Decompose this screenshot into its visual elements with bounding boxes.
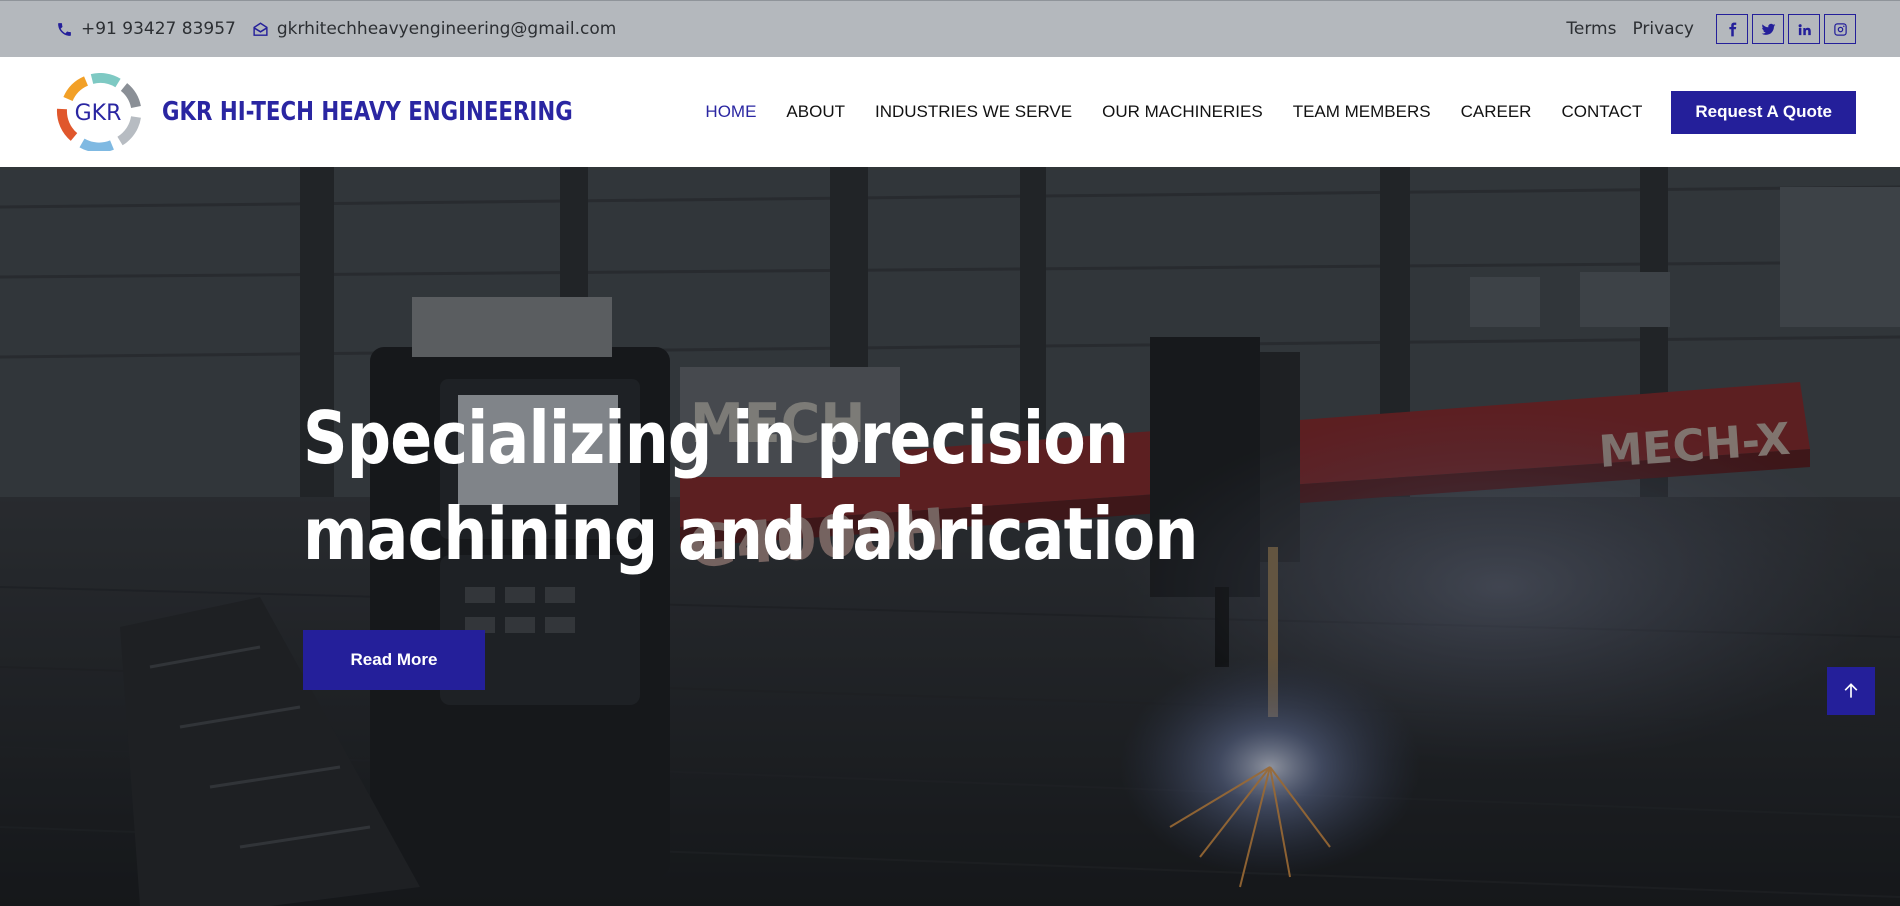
nav-item-career[interactable]: CAREER (1461, 102, 1532, 122)
arrow-up-icon (1844, 683, 1858, 698)
request-quote-button[interactable]: Request A Quote (1671, 90, 1856, 134)
social-links (1712, 14, 1856, 44)
nav-menu: HOME ABOUT INDUSTRIES WE SERVE OUR MACHI… (705, 102, 1642, 122)
twitter-icon (1761, 23, 1775, 35)
company-name: GKR HI-TECH HEAVY ENGINEERING (162, 97, 573, 127)
nav-item-about[interactable]: ABOUT (786, 102, 845, 122)
facebook-button[interactable] (1716, 14, 1748, 44)
privacy-link[interactable]: Privacy (1632, 19, 1694, 39)
back-to-top-button[interactable] (1827, 667, 1875, 715)
hero-title: Specializing in precision machining and … (303, 390, 1198, 582)
nav-item-contact[interactable]: CONTACT (1561, 102, 1642, 122)
terms-link[interactable]: Terms (1566, 19, 1616, 39)
brand[interactable]: GKR GKR HI-TECH HEAVY ENGINEERING (52, 73, 663, 151)
envelope-open-icon (253, 21, 268, 36)
facebook-icon (1728, 22, 1736, 36)
nav-right: HOME ABOUT INDUSTRIES WE SERVE OUR MACHI… (705, 90, 1856, 134)
hero-title-line-1: Specializing in precision (303, 396, 1129, 480)
linkedin-button[interactable] (1788, 14, 1820, 44)
hero-content: Specializing in precision machining and … (303, 390, 1343, 582)
linkedin-icon (1798, 23, 1811, 35)
contact-info: +91 93427 83957 gkrhitechheavyengineerin… (56, 19, 616, 39)
twitter-button[interactable] (1752, 14, 1784, 44)
phone-contact[interactable]: +91 93427 83957 (56, 19, 236, 39)
email-contact[interactable]: gkrhitechheavyengineering@gmail.com (252, 19, 617, 39)
hero-title-line-2: machining and fabrication (303, 492, 1198, 576)
read-more-button[interactable]: Read More (303, 630, 485, 690)
main-navbar: GKR GKR HI-TECH HEAVY ENGINEERING HOME A… (0, 57, 1900, 167)
top-info-bar: +91 93427 83957 gkrhitechheavyengineerin… (0, 0, 1900, 57)
email-address: gkrhitechheavyengineering@gmail.com (276, 19, 617, 39)
nav-item-home[interactable]: HOME (705, 102, 756, 122)
nav-item-team[interactable]: TEAM MEMBERS (1293, 102, 1431, 122)
nav-item-machineries[interactable]: OUR MACHINERIES (1102, 102, 1263, 122)
topbar-right: Terms Privacy (1550, 14, 1856, 44)
gkr-logo: GKR (56, 73, 141, 151)
phone-number: +91 93427 83957 (81, 19, 236, 39)
logo-text: GKR (75, 101, 122, 126)
instagram-button[interactable] (1824, 14, 1856, 44)
instagram-icon (1833, 22, 1847, 36)
phone-icon (58, 22, 71, 36)
nav-item-industries[interactable]: INDUSTRIES WE SERVE (875, 102, 1072, 122)
